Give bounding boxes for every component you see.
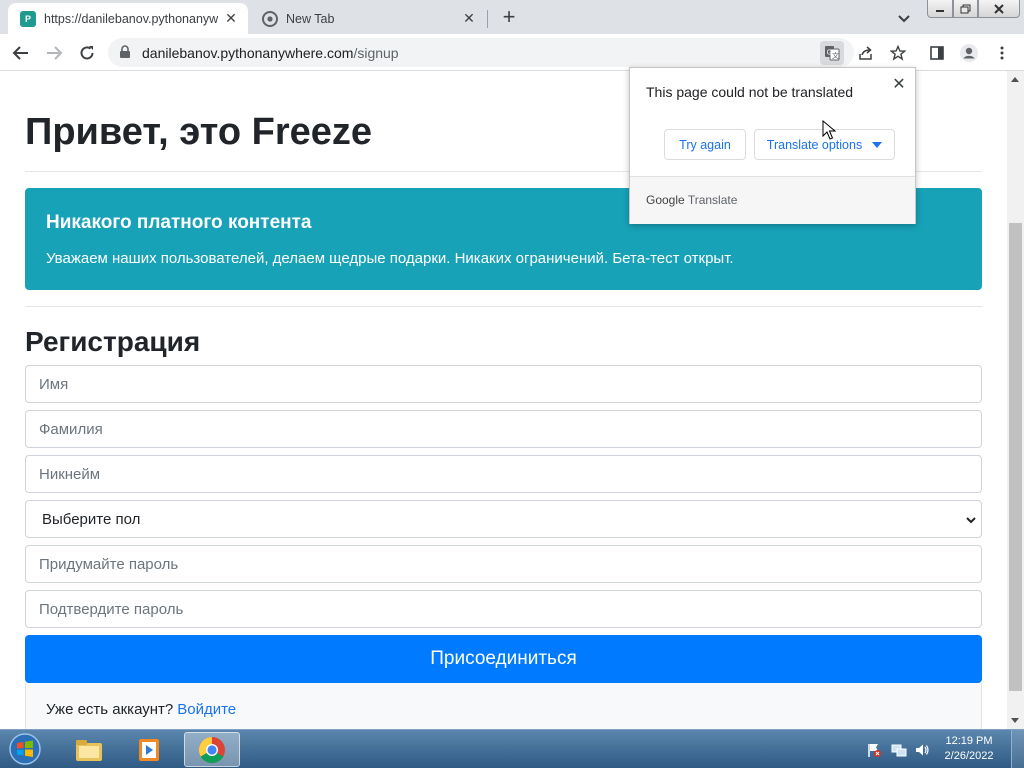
confirm-password-input[interactable]: [25, 590, 982, 628]
alert-title: Никакого платного контента: [46, 212, 312, 233]
translate-message: This page could not be translated: [646, 84, 854, 100]
google-translate-logo: Google Translate: [646, 193, 737, 207]
page-title: Привет, это Freeze: [25, 111, 373, 153]
first-name-input[interactable]: [25, 365, 982, 403]
join-button[interactable]: Присоединиться: [25, 635, 982, 683]
pythonanywhere-favicon-icon: P: [20, 10, 36, 27]
brand-translate: Translate: [687, 193, 738, 207]
page-scrollbar[interactable]: [1007, 71, 1024, 729]
taskbar: 12:19 PM 2/26/2022: [0, 729, 1024, 768]
media-player-icon: [139, 738, 159, 761]
action-center-flag-icon[interactable]: [866, 742, 882, 758]
profile-button[interactable]: [957, 41, 981, 65]
last-name-input[interactable]: [25, 410, 982, 448]
divider: [25, 306, 982, 307]
tab-title: https://danilebanov.pythonanyw: [44, 11, 219, 26]
try-again-button[interactable]: Try again: [664, 129, 746, 160]
forward-arrow-icon: [47, 46, 63, 60]
tab-search-chevron-icon[interactable]: [894, 8, 914, 28]
login-prompt-text: Уже есть аккаунт?: [46, 701, 174, 718]
dropdown-triangle-icon: [872, 141, 883, 148]
scroll-down-arrow-icon[interactable]: [1011, 718, 1019, 723]
reload-icon: [80, 46, 94, 60]
password-input[interactable]: [25, 545, 982, 583]
forward-button[interactable]: [42, 41, 66, 65]
tab-divider: [487, 10, 488, 28]
url-host: danilebanov.pythonanywhere.com: [142, 45, 354, 61]
address-bar[interactable]: danilebanov.pythonanywhere.com/signup G文: [108, 38, 906, 67]
close-tab-icon[interactable]: ✕: [460, 10, 478, 28]
reload-button[interactable]: [75, 41, 99, 65]
side-panel-icon: [930, 46, 944, 60]
tab-title: New Tab: [286, 11, 335, 26]
login-link[interactable]: Войдите: [177, 701, 236, 718]
clock-time: 12:19 PM: [945, 735, 993, 747]
show-desktop-button[interactable]: [1011, 730, 1024, 768]
scroll-up-arrow-icon[interactable]: [1011, 77, 1019, 82]
lock-icon[interactable]: [118, 45, 132, 59]
gender-select[interactable]: Выберите пол: [25, 500, 982, 538]
translate-options-label: Translate options: [766, 137, 863, 152]
start-button[interactable]: [3, 730, 47, 768]
tab-new-tab[interactable]: New Tab ✕: [250, 3, 486, 34]
translate-bubble: This page could not be translated ✕ Try …: [629, 67, 916, 224]
taskbar-chrome[interactable]: [184, 732, 240, 767]
windows-start-orb-icon: [9, 733, 41, 765]
share-icon[interactable]: [854, 41, 878, 65]
svg-text:文: 文: [832, 51, 839, 60]
kebab-menu-icon: [1000, 46, 1004, 60]
menu-button[interactable]: [990, 41, 1014, 65]
mouse-cursor-icon: [822, 120, 836, 140]
brand-google: Google: [646, 193, 685, 207]
translate-icon[interactable]: G文: [820, 41, 844, 65]
clock-date: 2/26/2022: [944, 750, 994, 762]
taskbar-clock[interactable]: 12:19 PM 2/26/2022: [938, 734, 1000, 764]
back-button[interactable]: [9, 41, 33, 65]
bookmark-star-icon[interactable]: [886, 41, 910, 65]
close-icon[interactable]: ✕: [890, 76, 908, 94]
login-prompt: Уже есть аккаунт? Войдите: [46, 701, 236, 718]
chrome-favicon-icon: [262, 10, 278, 27]
folder-icon: [76, 739, 102, 761]
new-tab-button[interactable]: +: [497, 6, 521, 30]
side-panel-button[interactable]: [925, 41, 949, 65]
scrollbar-thumb[interactable]: [1009, 223, 1022, 691]
chevron-down-icon: [965, 513, 977, 525]
close-tab-icon[interactable]: ✕: [222, 10, 240, 28]
profile-avatar-icon: [960, 44, 978, 62]
back-arrow-icon: [12, 46, 28, 60]
tab-signup[interactable]: P https://danilebanov.pythonanyw ✕: [8, 3, 248, 34]
window-minimize-button[interactable]: [927, 0, 953, 18]
alert-text: Уважаем наших пользователей, делаем щедр…: [46, 250, 734, 267]
tab-strip: P https://danilebanov.pythonanyw ✕ New T…: [0, 0, 1024, 34]
taskbar-explorer[interactable]: [61, 732, 117, 767]
gender-select-value: Выберите пол: [42, 510, 141, 528]
window-restore-button[interactable]: [953, 0, 978, 18]
window-close-button[interactable]: [978, 0, 1020, 18]
url-text[interactable]: danilebanov.pythonanywhere.com/signup: [142, 45, 399, 61]
bubble-footer: Google Translate: [630, 177, 915, 224]
network-icon[interactable]: [891, 742, 907, 758]
chrome-icon: [198, 736, 225, 763]
taskbar-media-player[interactable]: [122, 732, 178, 767]
nickname-input[interactable]: [25, 455, 982, 493]
browser-toolbar: danilebanov.pythonanywhere.com/signup G文: [0, 34, 1024, 71]
url-path: /signup: [353, 45, 399, 61]
signup-heading: Регистрация: [25, 326, 201, 357]
volume-icon[interactable]: [914, 742, 930, 758]
